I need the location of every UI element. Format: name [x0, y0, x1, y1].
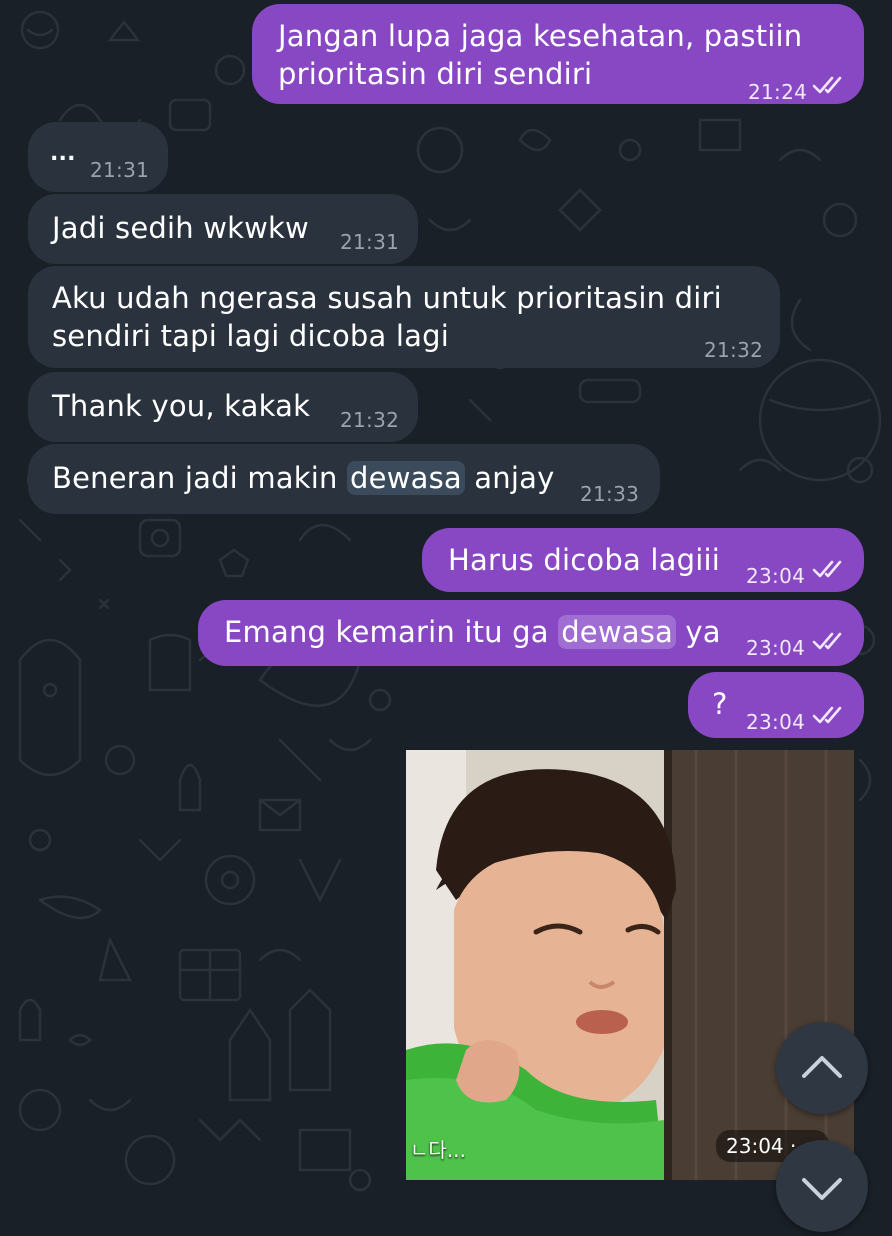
message-time: 23:04: [746, 710, 806, 734]
message-time: 21:31: [90, 158, 150, 182]
message-time: 21:32: [704, 338, 764, 362]
double-check-icon: [812, 76, 842, 94]
incoming-message-bubble[interactable]: ... 21:31: [28, 122, 168, 192]
sticker-caption: ㄴ다...: [410, 1138, 466, 1162]
message-time: 23:04: [746, 564, 806, 588]
scroll-up-button[interactable]: [776, 1022, 868, 1114]
message-text: Thank you, kakak: [52, 389, 311, 423]
message-text: ?: [712, 687, 728, 721]
message-text: Emang kemarin itu ga dewasa ya: [224, 612, 721, 652]
double-check-icon: [812, 560, 842, 578]
crying-child-illustration: [406, 750, 854, 1180]
message-time: 21:24: [748, 80, 808, 104]
message-text: Beneran jadi makin dewasa anjay: [52, 458, 554, 498]
highlighted-word[interactable]: dewasa: [558, 615, 677, 649]
outgoing-message-bubble[interactable]: ? 23:04: [688, 672, 864, 738]
incoming-message-bubble[interactable]: Aku udah ngerasa susah untuk prioritasin…: [28, 266, 780, 368]
message-text: ...: [50, 141, 76, 166]
outgoing-message-bubble[interactable]: Harus dicoba lagiii 23:04: [422, 528, 864, 592]
outgoing-message-bubble[interactable]: Jangan lupa jaga kesehatan, pastiin prio…: [252, 4, 864, 104]
incoming-message-bubble[interactable]: Beneran jadi makin dewasa anjay 21:33: [28, 444, 660, 514]
chevron-up-icon: [802, 1056, 842, 1078]
message-text-line: prioritasin diri sendiri: [278, 57, 593, 91]
message-time: 21:32: [340, 408, 400, 432]
scroll-down-button[interactable]: [776, 1140, 868, 1232]
message-text-line: sendiri tapi lagi dicoba lagi: [52, 319, 449, 353]
incoming-message-bubble[interactable]: Thank you, kakak 21:32: [28, 372, 418, 442]
double-check-icon: [812, 632, 842, 650]
chevron-down-icon: [802, 1178, 842, 1200]
message-text-line: Jangan lupa jaga kesehatan, pastiin: [278, 19, 803, 53]
message-text-line: Aku udah ngerasa susah untuk prioritasin…: [52, 281, 722, 315]
highlighted-word[interactable]: dewasa: [347, 461, 465, 495]
message-text: Harus dicoba lagiii: [448, 543, 720, 577]
message-text-segment: ya: [676, 615, 721, 649]
message-text-segment: anjay: [464, 461, 555, 495]
message-time: 23:04: [746, 636, 806, 660]
message-text: Jadi sedih wkwkw: [52, 211, 309, 245]
message-text-segment: Emang kemarin itu ga: [224, 615, 559, 649]
outgoing-message-bubble[interactable]: Emang kemarin itu ga dewasa ya 23:04: [198, 600, 864, 666]
sticker-image[interactable]: ㄴ다... 23:04 · ‹‹: [406, 750, 854, 1180]
incoming-message-bubble[interactable]: Jadi sedih wkwkw 21:31: [28, 194, 418, 264]
message-text-segment: Beneran jadi makin: [52, 461, 348, 495]
message-time: 21:33: [580, 482, 640, 506]
message-time: 21:31: [340, 230, 400, 254]
double-check-icon: [812, 706, 842, 724]
